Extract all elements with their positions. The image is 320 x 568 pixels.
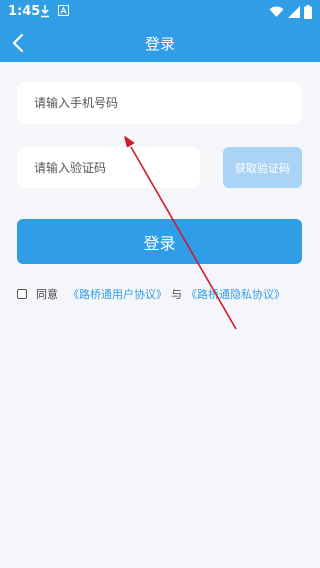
phone-input[interactable] [32, 95, 302, 111]
code-input[interactable] [32, 159, 200, 176]
privacy-agreement-link[interactable]: 《路桥通隐私协议》 [186, 286, 285, 302]
signal-icon [288, 6, 300, 18]
phone-field[interactable] [17, 82, 302, 124]
a-icon [58, 5, 69, 16]
get-code-button[interactable]: 获取验证码 [223, 147, 302, 188]
and-text: 与 [171, 288, 182, 301]
login-button[interactable]: 登录 [17, 219, 302, 264]
agreement-row: 同意 《路桥通用户协议》 与 《路桥通隐私协议》 [17, 287, 285, 301]
download-icon [41, 5, 49, 18]
status-bar: 1:45 [0, 0, 320, 24]
user-agreement-link[interactable]: 《路桥通用户协议》 [68, 286, 167, 302]
wifi-icon [269, 6, 284, 17]
agree-checkbox[interactable] [17, 289, 27, 299]
nav-bar: 登录 [0, 24, 320, 62]
agree-label: 同意 [36, 288, 58, 301]
code-field[interactable] [17, 147, 200, 188]
page-title: 登录 [144, 35, 175, 53]
status-time: 1:45 [8, 4, 41, 19]
battery-icon [304, 5, 312, 19]
